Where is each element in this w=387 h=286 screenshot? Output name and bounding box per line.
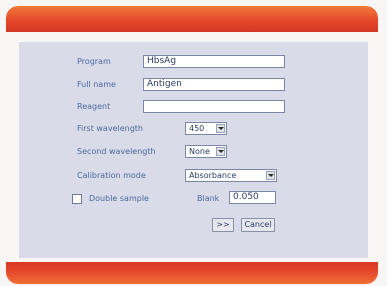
- top-accent-band: [6, 6, 378, 32]
- calibration-mode-value: Absorbance: [189, 171, 237, 180]
- first-wavelength-label: First wavelength: [77, 124, 143, 133]
- blank-input[interactable]: 0.050: [229, 191, 276, 204]
- second-wavelength-label: Second wavelength: [77, 147, 156, 156]
- cancel-button[interactable]: Cancel: [241, 218, 275, 232]
- next-button[interactable]: >>: [212, 218, 234, 232]
- program-settings-dialog: Program HbsAg Full name Antigen Reagent …: [19, 42, 368, 258]
- second-wavelength-value: None: [189, 147, 210, 156]
- bottom-accent-band: [6, 262, 378, 284]
- full-name-label: Full name: [77, 80, 116, 89]
- program-input[interactable]: HbsAg: [143, 55, 285, 68]
- second-wavelength-select[interactable]: None: [185, 145, 227, 158]
- reagent-input[interactable]: [143, 100, 285, 113]
- calibration-mode-label: Calibration mode: [77, 171, 146, 180]
- first-wavelength-select[interactable]: 450: [185, 122, 227, 135]
- full-name-input[interactable]: Antigen: [143, 78, 285, 91]
- double-sample-label: Double sample: [89, 194, 149, 203]
- calibration-mode-select[interactable]: Absorbance: [185, 169, 277, 182]
- program-label: Program: [77, 57, 111, 66]
- chevron-down-icon[interactable]: [216, 124, 225, 133]
- blank-label: Blank: [197, 194, 220, 203]
- double-sample-checkbox[interactable]: [72, 194, 82, 204]
- chevron-down-icon[interactable]: [266, 171, 275, 180]
- reagent-label: Reagent: [77, 102, 111, 111]
- first-wavelength-value: 450: [189, 124, 205, 133]
- chevron-down-icon[interactable]: [216, 147, 225, 156]
